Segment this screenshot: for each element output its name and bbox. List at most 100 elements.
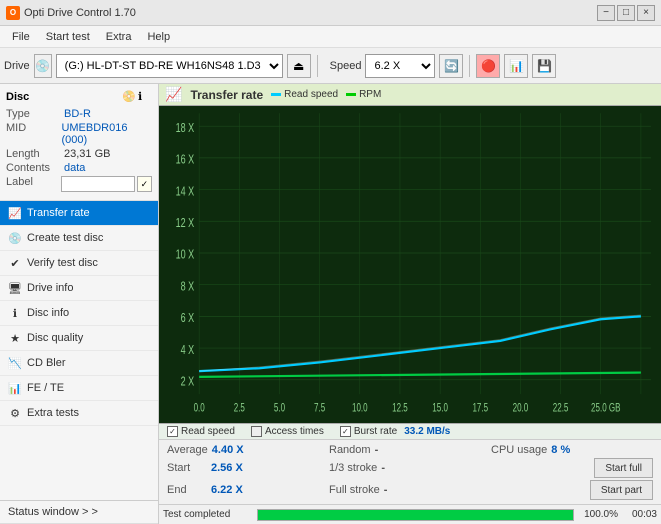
legend-rpm: RPM [346,89,381,100]
mid-label: MID [6,122,61,146]
nav-verify-test-disc-label: Verify test disc [27,257,98,269]
svg-text:18 X: 18 X [176,121,195,135]
nav-transfer-rate[interactable]: 📈 Transfer rate [0,201,158,226]
read-speed-checkbox[interactable]: ✓ [167,426,178,437]
access-times-checkbox[interactable] [251,426,262,437]
app-title: Opti Drive Control 1.70 [24,7,136,19]
speed-label: Speed [330,60,362,72]
label-ok-button[interactable]: ✓ [137,176,152,192]
read-speed-check[interactable]: ✓ Read speed [167,426,235,437]
separator2 [469,55,470,77]
cpu-label: CPU usage [491,444,547,456]
progress-time: 00:03 [622,509,657,520]
average-label: Average [167,444,208,456]
chart-svg: 18 X 16 X 14 X 12 X 10 X 8 X 6 X 4 X 2 X… [159,106,661,423]
nav-disc-quality[interactable]: ★ Disc quality [0,326,158,351]
chart-title: Transfer rate [190,88,263,102]
burst-rate-checkbox[interactable]: ✓ [340,426,351,437]
progress-bar-inner [258,510,573,520]
disc-info-icon: ℹ [8,306,22,320]
chart-icon: 📈 [165,86,182,103]
window-controls: − □ × [597,5,655,21]
nav-extra-tests-label: Extra tests [27,407,79,419]
minimize-button[interactable]: − [597,5,615,21]
contents-value: data [64,162,85,174]
nav-fe-te[interactable]: 📊 FE / TE [0,376,158,401]
app-icon: O [6,6,20,20]
nav-create-test-disc-label: Create test disc [27,232,103,244]
access-times-check[interactable]: Access times [251,426,324,437]
drive-select[interactable]: (G:) HL-DT-ST BD-RE WH16NS48 1.D3 [56,54,283,78]
nav-verify-test-disc[interactable]: ✔ Verify test disc [0,251,158,276]
extra-tests-icon: ⚙ [8,406,22,420]
average-col: Average 4.40 X [167,444,329,456]
nav-extra-tests[interactable]: ⚙ Extra tests [0,401,158,426]
progress-text: Test completed [163,509,253,520]
start-label: Start [167,462,207,474]
save-button[interactable]: 💾 [532,54,556,78]
separator [317,55,318,77]
start-full-button[interactable]: Start full [594,458,653,478]
title-bar: O Opti Drive Control 1.70 − □ × [0,0,661,26]
menu-start-test[interactable]: Start test [38,29,98,45]
cd-bler-icon: 📉 [8,356,22,370]
chart-container: 18 X 16 X 14 X 12 X 10 X 8 X 6 X 4 X 2 X… [159,106,661,423]
burst-rate-check[interactable]: ✓ Burst rate 33.2 MB/s [340,426,451,437]
stroke1-value: - [381,462,416,474]
svg-text:7.5: 7.5 [314,402,326,415]
svg-text:22.5: 22.5 [553,402,569,415]
disc-icon-2[interactable]: ℹ [138,90,152,104]
cpu-value: 8 % [551,444,586,456]
burn-button[interactable]: 🔴 [476,54,500,78]
svg-text:4 X: 4 X [181,343,195,357]
svg-text:6 X: 6 X [181,312,195,326]
refresh-button[interactable]: 🔄 [439,54,463,78]
stroke2-label: Full stroke [329,484,380,496]
end-label: End [167,484,207,496]
sidebar: Disc 📀 ℹ Type BD-R MID UMEBDR016 (000) L… [0,84,159,524]
svg-text:8 X: 8 X [181,280,195,294]
svg-text:2 X: 2 X [181,375,195,389]
disc-quality-icon: ★ [8,331,22,345]
burst-rate-check-label: Burst rate [354,426,397,437]
legend-read-label: Read speed [284,89,338,100]
type-label: Type [6,108,64,120]
disc-contents-row: Contents data [6,162,152,174]
maximize-button[interactable]: □ [617,5,635,21]
nav-disc-info[interactable]: ℹ Disc info [0,301,158,326]
disc-icon-1[interactable]: 📀 [122,90,136,104]
nav-create-test-disc[interactable]: 💿 Create test disc [0,226,158,251]
nav-cd-bler[interactable]: 📉 CD Bler [0,351,158,376]
menu-bar: File Start test Extra Help [0,26,661,48]
disc-panel: Disc 📀 ℹ Type BD-R MID UMEBDR016 (000) L… [0,84,158,201]
start-part-button[interactable]: Start part [590,480,653,500]
nav-drive-info-label: Drive info [27,282,73,294]
close-button[interactable]: × [637,5,655,21]
end-value: 6.22 X [211,484,246,496]
title-bar-left: O Opti Drive Control 1.70 [6,6,136,20]
drive-icon-btn: 💿 [34,54,52,78]
stroke2-value: - [384,484,419,496]
create-disc-icon: 💿 [8,231,22,245]
speed-select[interactable]: 6.2 X [365,54,435,78]
stats-row-3: End 6.22 X Full stroke - Start part [167,479,653,501]
cpu-col: CPU usage 8 % [491,444,653,456]
transfer-rate-icon: 📈 [8,206,22,220]
stats-area: Average 4.40 X Random - CPU usage 8 % St… [159,439,661,504]
menu-extra[interactable]: Extra [98,29,140,45]
menu-file[interactable]: File [4,29,38,45]
label-input[interactable] [61,176,135,192]
svg-text:10 X: 10 X [176,248,195,262]
nav-drive-info[interactable]: 🖥 Drive info [0,276,158,301]
nav-status-window[interactable]: Status window > > [0,501,158,524]
scan-button[interactable]: 📊 [504,54,528,78]
stats-row-2: Start 2.56 X 1/3 stroke - Start full [167,457,653,479]
svg-text:20.0: 20.0 [513,402,529,415]
disc-header: Disc [6,91,29,103]
type-value: BD-R [64,108,91,120]
rpm-legend-dot [346,93,356,96]
menu-help[interactable]: Help [139,29,178,45]
random-label: Random [329,444,371,456]
eject-button[interactable]: ⏏ [287,54,311,78]
nav-disc-quality-label: Disc quality [27,332,83,344]
